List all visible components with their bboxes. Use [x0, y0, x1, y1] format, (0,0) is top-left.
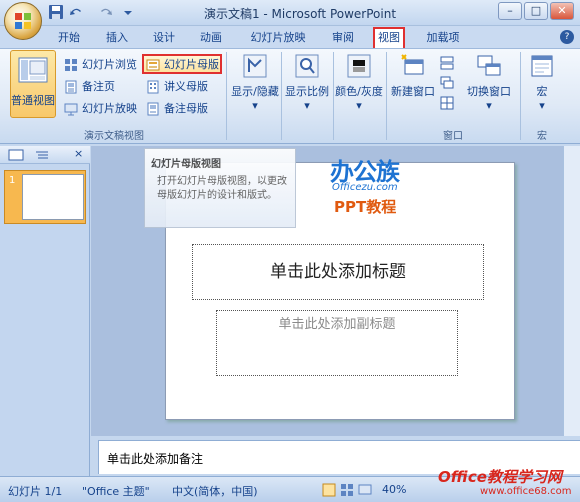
save-icon[interactable] [48, 4, 64, 20]
watermark-url: Officezu.com [332, 182, 398, 193]
show-hide-dropdown-icon: ▾ [252, 99, 258, 112]
slide-number: 1 [9, 175, 16, 186]
new-window-label: 新建窗口 [391, 85, 435, 98]
notes-page-button[interactable]: 备注页 [62, 78, 115, 96]
undo-icon[interactable] [68, 4, 84, 20]
tab-review[interactable]: 审阅 [322, 29, 364, 48]
slide-master-button[interactable]: 幻灯片母版 [142, 54, 222, 74]
switch-windows-dropdown-icon: ▾ [486, 99, 492, 112]
slide-show-label: 幻灯片放映 [82, 102, 137, 115]
zoom-button[interactable]: 显示比例 ▾ [282, 52, 332, 112]
close-pane-icon[interactable]: × [74, 147, 83, 160]
new-window-button[interactable]: 新建窗口 [388, 52, 438, 99]
slide-sorter-icon [65, 59, 77, 71]
tab-design[interactable]: 设计 [143, 29, 185, 48]
tab-home[interactable]: 开始 [48, 29, 90, 48]
tab-add-ins[interactable]: 加载项 [420, 29, 466, 48]
handout-master-icon [147, 80, 159, 94]
office-logo-icon [15, 13, 31, 29]
notes-placeholder: 单击此处添加备注 [107, 452, 204, 466]
slides-tab-icon[interactable] [8, 149, 24, 161]
new-window-icon [401, 54, 424, 75]
color-grayscale-button[interactable]: 颜色/灰度 ▾ [334, 52, 384, 112]
group-label-presentation-views: 演示文稿视图 [84, 131, 144, 142]
notes-master-button[interactable]: 备注母版 [144, 100, 208, 118]
normal-view-icon [18, 57, 48, 83]
macros-label: 宏 [536, 85, 548, 98]
status-language: 中文(简体，中国) [172, 485, 258, 498]
customize-toolbar-icon[interactable] [122, 4, 134, 20]
ribbon-separator [386, 52, 387, 140]
slide-master-icon [146, 59, 160, 71]
slides-pane-tabs: × [0, 146, 90, 164]
show-hide-button[interactable]: 显示/隐藏 ▾ [230, 52, 280, 112]
normal-view-button[interactable]: 普通视图 [10, 50, 56, 118]
watermark-site2: Office教程学习网 [438, 468, 562, 486]
ribbon-separator [226, 52, 227, 140]
switch-windows-label: 切换窗口 [467, 85, 511, 98]
subtitle-placeholder[interactable]: 单击此处添加副标题 [216, 310, 458, 376]
tab-view[interactable]: 视图 [373, 27, 405, 48]
notes-master-label: 备注母版 [164, 102, 208, 115]
vertical-scrollbar[interactable] [563, 146, 580, 436]
tooltip-body: 打开幻灯片母版视图，以更改母版幻灯片的设计和版式。 [157, 176, 287, 201]
watermark-site2-url: www.office68.com [480, 486, 572, 497]
zoom-label: 显示比例 [285, 85, 329, 98]
zoom-dropdown-icon: ▾ [304, 99, 310, 112]
show-hide-label: 显示/隐藏 [231, 85, 279, 98]
notes-master-icon [147, 102, 159, 116]
office-button[interactable] [4, 2, 42, 40]
slide-thumbnail[interactable] [22, 174, 84, 220]
notes-page-label: 备注页 [82, 80, 115, 93]
arrange-all-icon[interactable] [440, 56, 454, 70]
watermark-subtitle: PPT教程 [334, 198, 397, 216]
slide-sorter-label: 幻灯片浏览 [82, 58, 137, 71]
close-button[interactable]: ✕ [550, 2, 574, 20]
slide-show-button[interactable]: 幻灯片放映 [62, 100, 137, 118]
tooltip-title: 幻灯片母版视图 [151, 159, 221, 170]
color-grayscale-dropdown-icon: ▾ [356, 99, 362, 112]
macros-icon [531, 55, 553, 77]
slide-master-label: 幻灯片母版 [164, 58, 219, 71]
notes-page-icon [65, 80, 77, 94]
color-grayscale-label: 颜色/灰度 [335, 85, 383, 98]
group-label-window: 窗口 [443, 131, 463, 142]
switch-windows-icon [477, 55, 501, 76]
show-hide-icon [243, 54, 267, 78]
group-label-macros: 宏 [537, 131, 547, 142]
tab-view-label: 视图 [378, 31, 400, 44]
slide-master-tooltip: 幻灯片母版视图 打开幻灯片母版视图，以更改母版幻灯片的设计和版式。 [144, 148, 296, 228]
outline-tab-icon[interactable] [34, 149, 50, 161]
macros-button[interactable]: 宏 ▾ [522, 52, 562, 112]
status-theme: "Office 主题" [82, 485, 150, 498]
move-split-icon[interactable] [440, 96, 454, 110]
tab-animation[interactable]: 动画 [190, 29, 232, 48]
color-grayscale-icon [347, 54, 371, 78]
status-slide-count: 幻灯片 1/1 [8, 485, 63, 498]
redo-icon[interactable] [98, 4, 114, 20]
normal-view-label: 普通视图 [11, 94, 55, 107]
minimize-button[interactable]: – [498, 2, 522, 20]
cascade-icon[interactable] [440, 76, 454, 90]
handout-master-button[interactable]: 讲义母版 [144, 78, 208, 96]
tab-slide-show[interactable]: 幻灯片放映 [240, 29, 316, 48]
zoom-magnifier-icon [295, 54, 319, 78]
slideshow-status-icon[interactable] [358, 483, 372, 497]
slide-sorter-button[interactable]: 幻灯片浏览 [62, 56, 137, 74]
slide-show-icon [64, 103, 78, 116]
sorter-view-status-icon[interactable] [340, 483, 354, 497]
switch-windows-button[interactable]: 切换窗口 ▾ [460, 52, 518, 112]
ribbon-separator [520, 52, 521, 140]
title-placeholder[interactable]: 单击此处添加标题 [192, 244, 484, 300]
window-title: 演示文稿1 - Microsoft PowerPoint [203, 7, 397, 21]
macros-dropdown-icon: ▾ [539, 99, 545, 112]
handout-master-label: 讲义母版 [164, 80, 208, 93]
maximize-button[interactable]: □ [524, 2, 548, 20]
help-button[interactable]: ? [560, 30, 574, 44]
status-zoom: 40% [382, 483, 407, 496]
tab-insert[interactable]: 插入 [96, 29, 138, 48]
normal-view-status-icon[interactable] [322, 483, 336, 497]
ribbon-tab-row: 开始 插入 设计 动画 幻灯片放映 审阅 加载项 ? [0, 26, 580, 48]
